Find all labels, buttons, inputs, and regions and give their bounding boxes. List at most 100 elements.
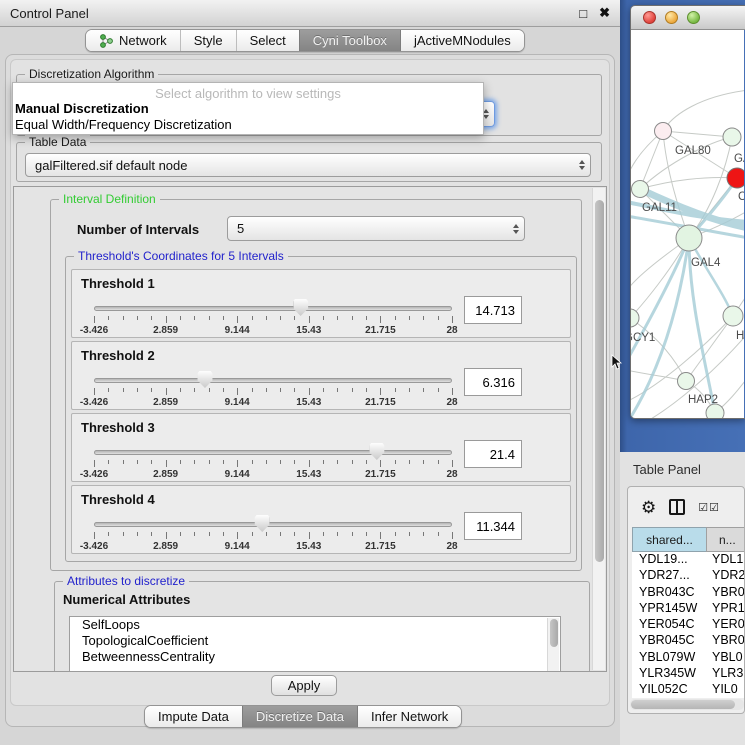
node-label: GAL4 [691, 257, 721, 269]
table-row[interactable]: YLR345WYLR3 [632, 666, 745, 682]
threshold-4-slider[interactable]: -3.4262.8599.14415.4321.71528 [94, 486, 452, 555]
slider-thumb[interactable] [255, 515, 270, 532]
slider-track[interactable] [94, 522, 452, 527]
table-cell: YLR3 [706, 666, 745, 682]
threshold-2-slider[interactable]: -3.4262.8599.14415.4321.71528 [94, 342, 452, 411]
minimize-traffic-icon[interactable] [665, 11, 678, 24]
list-item[interactable]: SelfLoops [70, 617, 560, 633]
tab-jactivemnodules[interactable]: jActiveMNodules [400, 30, 524, 51]
table-row[interactable]: YPR145WYPR1 [632, 601, 745, 617]
table-cell: YPR145W [632, 601, 706, 617]
attribute-list-scrollbar[interactable] [547, 618, 559, 672]
option-equal-width-frequency[interactable]: Equal Width/Frequency Discretization [13, 117, 483, 133]
combo-arrows-icon [573, 154, 590, 176]
tab-network[interactable]: Network [86, 30, 180, 51]
gear-icon[interactable]: ⚙ [641, 499, 656, 516]
table-panel: Table Panel ⚙ ☑☑ shared... n... YDL19...… [620, 452, 745, 745]
table-row[interactable]: YIL052CYIL0 [632, 682, 745, 698]
scrollbar-thumb[interactable] [595, 200, 604, 562]
slider-ticks [94, 532, 452, 540]
node-hap2[interactable] [678, 373, 695, 390]
slider-ticks [94, 388, 452, 396]
table-row[interactable]: YBR043CYBR0 [632, 585, 745, 601]
column-header-shared-name[interactable]: shared... [632, 527, 706, 552]
select-columns-icon[interactable]: ☑☑ [698, 501, 720, 514]
table-row[interactable]: YBR045CYBR0 [632, 633, 745, 649]
settings-vertical-scrollbar[interactable] [592, 188, 605, 670]
scrollbar-thumb[interactable] [550, 619, 558, 647]
list-item[interactable]: TopologicalCoefficient [70, 633, 560, 649]
column-header-name[interactable]: n... [706, 527, 745, 552]
threshold-3-value-field[interactable]: 21.4 [464, 440, 522, 468]
table-data-group: Table Data galFiltered.sif default node [16, 142, 602, 182]
option-manual-discretization[interactable]: Manual Discretization [13, 101, 483, 117]
table-cell: YDR2 [706, 568, 745, 584]
slider-tick-labels: -3.4262.8599.14415.4321.71528 [94, 325, 452, 337]
tab-style[interactable]: Style [180, 30, 236, 51]
threshold-2-value-field[interactable]: 6.316 [464, 368, 522, 396]
table-header-row: shared... n... [632, 527, 745, 552]
node-highlighted-red[interactable] [727, 168, 744, 188]
number-of-intervals-value: 5 [237, 221, 507, 236]
threshold-1-value-field[interactable]: 14.713 [464, 296, 522, 324]
close-icon[interactable]: ✖ [599, 5, 610, 21]
tab-discretize-data-label: Discretize Data [256, 709, 344, 724]
node-gal80[interactable] [655, 123, 672, 140]
threshold-1-slider[interactable]: -3.4262.8599.14415.4321.71528 [94, 270, 452, 339]
table-horizontal-scrollbar[interactable] [630, 699, 744, 710]
node-gal11[interactable] [632, 181, 649, 198]
slider-tick-labels: -3.4262.8599.14415.4321.71528 [94, 469, 452, 481]
list-item[interactable]: BetweennessCentrality [70, 649, 560, 665]
float-window-icon[interactable]: □ [579, 6, 587, 21]
tab-select[interactable]: Select [236, 30, 299, 51]
table-cell: YBL0 [706, 650, 745, 666]
threshold-3-slider[interactable]: -3.4262.8599.14415.4321.71528 [94, 414, 452, 483]
slider-track[interactable] [94, 378, 452, 383]
table-data-combobox-value: galFiltered.sif default node [35, 158, 573, 173]
tab-jactivemnodules-label: jActiveMNodules [414, 33, 511, 48]
scrollbar-thumb[interactable] [631, 700, 735, 709]
table-row[interactable]: YDR27...YDR2 [632, 568, 745, 584]
cyni-toolbox-panel: Discretization Algorithm Table Data galF… [5, 54, 615, 727]
zoom-traffic-icon[interactable] [687, 11, 700, 24]
threshold-4-value-field[interactable]: 11.344 [464, 512, 522, 540]
node-ga[interactable] [723, 128, 741, 146]
table-row[interactable]: YDL19...YDL1 [632, 552, 745, 568]
node-partial[interactable] [706, 404, 724, 419]
node-h[interactable] [723, 306, 743, 326]
node-gcy1[interactable] [631, 309, 639, 327]
tab-infer-network[interactable]: Infer Network [357, 706, 461, 727]
discretize-data-page: Discretization Algorithm Table Data galF… [10, 59, 610, 706]
close-traffic-icon[interactable] [643, 11, 656, 24]
tab-style-label: Style [194, 33, 223, 48]
tab-impute-data[interactable]: Impute Data [145, 706, 242, 727]
tab-cyni-toolbox[interactable]: Cyni Toolbox [299, 30, 400, 51]
slider-thumb[interactable] [293, 299, 308, 316]
node-gal4[interactable] [676, 225, 702, 251]
table-toolbar: ⚙ ☑☑ [628, 487, 744, 527]
network-icon [99, 34, 114, 48]
slider-track[interactable] [94, 450, 452, 455]
slider-thumb[interactable] [197, 371, 212, 388]
network-canvas[interactable]: GAL80 GA C GAL11 GAL4 GCY1 H HAP2 [631, 30, 744, 419]
interval-definition-group: Interval Definition Number of Intervals … [50, 199, 582, 571]
table-row[interactable]: YBL079WYBL0 [632, 650, 745, 666]
table-cell: YIL052C [632, 682, 706, 698]
application: Control Panel □ ✖ Network Style Select C… [0, 0, 745, 745]
slider-thumb[interactable] [369, 443, 384, 460]
table-cell: YER0 [706, 617, 745, 633]
tab-discretize-data[interactable]: Discretize Data [242, 706, 357, 727]
table-data-combobox[interactable]: galFiltered.sif default node [25, 153, 591, 177]
table-cell: YBR0 [706, 633, 745, 649]
attributes-group: Attributes to discretize Numerical Attri… [54, 581, 590, 672]
table-row[interactable]: YER054CYER0 [632, 617, 745, 633]
node-label: HAP2 [688, 394, 718, 406]
bottom-tab-bar: Impute Data Discretize Data Infer Networ… [144, 705, 462, 728]
apply-button[interactable]: Apply [271, 675, 337, 696]
number-of-intervals-combobox[interactable]: 5 [227, 216, 525, 241]
slider-track[interactable] [94, 306, 452, 311]
columns-icon[interactable] [669, 499, 685, 515]
slider-tick-labels: -3.4262.8599.14415.4321.71528 [94, 397, 452, 409]
table-cell: YBR045C [632, 633, 706, 649]
node-labels: GAL80 GA C GAL11 GAL4 GCY1 H HAP2 [631, 145, 744, 406]
